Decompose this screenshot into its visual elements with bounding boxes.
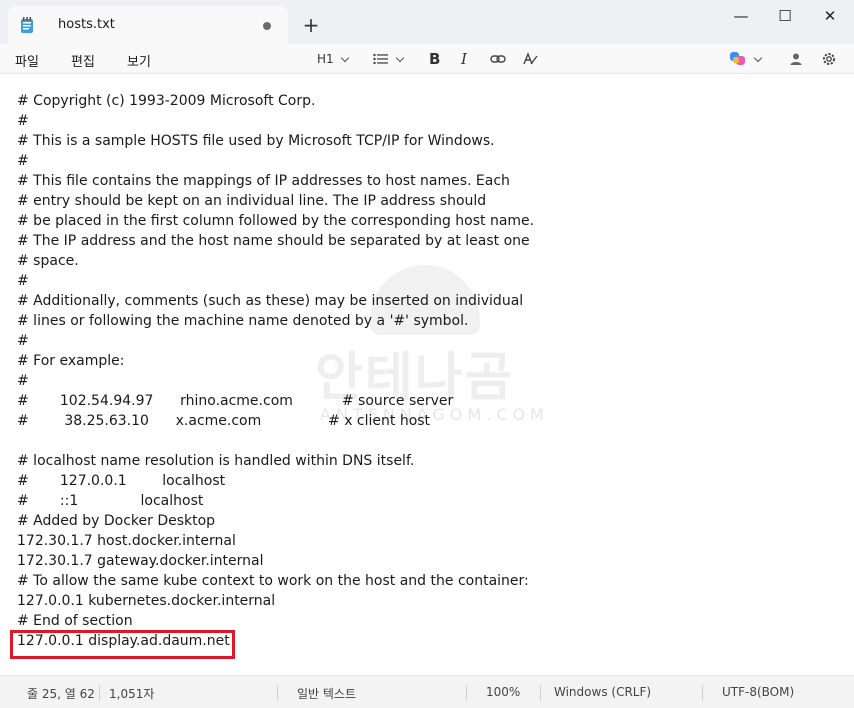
- document-text[interactable]: # Copyright (c) 1993-2009 Microsoft Corp…: [17, 91, 534, 651]
- chevron-down-icon: [340, 53, 349, 62]
- heading-dropdown[interactable]: H1: [317, 49, 349, 69]
- zoom-level[interactable]: 100%: [486, 685, 520, 699]
- cursor-position[interactable]: 줄 25, 열 62: [27, 685, 95, 702]
- account-button[interactable]: [789, 49, 803, 69]
- text-line[interactable]: 127.0.0.1 kubernetes.docker.internal: [17, 591, 534, 611]
- bold-button[interactable]: B: [429, 49, 440, 69]
- line-ending[interactable]: Windows (CRLF): [554, 685, 651, 699]
- divider: [466, 685, 467, 701]
- account-icon: [790, 53, 802, 65]
- divider: [540, 685, 541, 701]
- link-button[interactable]: [490, 49, 506, 69]
- char-count: 1,051자: [109, 687, 155, 701]
- gear-icon: [823, 53, 835, 65]
- clear-format-button[interactable]: [522, 49, 538, 69]
- title-bar: hosts.txt + — ☐ ✕: [0, 0, 854, 44]
- menu-file[interactable]: 파일: [15, 51, 39, 70]
- tab-title: hosts.txt: [58, 17, 115, 32]
- text-line[interactable]: #: [17, 111, 534, 131]
- chevron-down-icon: [395, 53, 405, 62]
- menu-bar: 파일 편집 보기 H1 B I: [0, 44, 854, 74]
- text-line[interactable]: # 38.25.63.10 x.acme.com # x client host: [17, 411, 534, 431]
- text-line[interactable]: # Added by Docker Desktop: [17, 511, 534, 531]
- minimize-button[interactable]: —: [718, 0, 764, 32]
- text-line[interactable]: # localhost name resolution is handled w…: [17, 451, 534, 471]
- text-line[interactable]: # Additionally, comments (such as these)…: [17, 291, 534, 311]
- clear-format-icon: [523, 52, 538, 65]
- text-line[interactable]: # To allow the same kube context to work…: [17, 571, 534, 591]
- encoding[interactable]: UTF-8(BOM): [722, 685, 794, 699]
- maximize-button[interactable]: ☐: [762, 0, 808, 32]
- text-line[interactable]: # This is a sample HOSTS file used by Mi…: [17, 131, 534, 151]
- divider: [277, 685, 278, 701]
- unsaved-dot-icon[interactable]: [263, 22, 271, 30]
- text-line[interactable]: # This file contains the mappings of IP …: [17, 171, 534, 191]
- menu-edit[interactable]: 편집: [71, 51, 95, 70]
- copilot-icon: [730, 52, 745, 65]
- text-line[interactable]: # 127.0.0.1 localhost: [17, 471, 534, 491]
- settings-button[interactable]: [821, 49, 837, 69]
- tab-hosts[interactable]: hosts.txt: [8, 6, 288, 44]
- text-line[interactable]: # space.: [17, 251, 534, 271]
- status-bar: 줄 25, 열 62 1,051자 일반 텍스트 100% Windows (C…: [0, 675, 854, 708]
- text-line[interactable]: # The IP address and the host name shoul…: [17, 231, 534, 251]
- text-line[interactable]: # ::1 localhost: [17, 491, 534, 511]
- close-button[interactable]: ✕: [807, 0, 853, 32]
- text-line[interactable]: # For example:: [17, 351, 534, 371]
- heading-label: H1: [317, 52, 334, 66]
- text-line[interactable]: [17, 431, 534, 451]
- text-line[interactable]: # End of section: [17, 611, 534, 631]
- copilot-dropdown[interactable]: [729, 49, 763, 69]
- notepad-icon: [21, 17, 33, 33]
- text-line[interactable]: #: [17, 371, 534, 391]
- text-line[interactable]: # entry should be kept on an individual …: [17, 191, 534, 211]
- text-line[interactable]: # Copyright (c) 1993-2009 Microsoft Corp…: [17, 91, 534, 111]
- divider: [702, 685, 703, 701]
- text-editor[interactable]: 안테나곰 ANTENNAGOM.COM # Copyright (c) 1993…: [0, 75, 854, 675]
- highlight-box: [10, 630, 235, 659]
- divider: [99, 685, 100, 701]
- new-tab-button[interactable]: +: [300, 14, 322, 36]
- text-line[interactable]: 172.30.1.7 host.docker.internal: [17, 531, 534, 551]
- text-line[interactable]: #: [17, 151, 534, 171]
- text-line[interactable]: #: [17, 271, 534, 291]
- text-line[interactable]: #: [17, 331, 534, 351]
- menu-view[interactable]: 보기: [127, 51, 151, 70]
- list-dropdown[interactable]: [373, 49, 405, 69]
- text-line[interactable]: # lines or following the machine name de…: [17, 311, 534, 331]
- text-line[interactable]: # 102.54.94.97 rhino.acme.com # source s…: [17, 391, 534, 411]
- list-icon: [373, 53, 388, 65]
- link-icon: [490, 55, 506, 63]
- text-line[interactable]: # be placed in the first column followed…: [17, 211, 534, 231]
- text-line[interactable]: 172.30.1.7 gateway.docker.internal: [17, 551, 534, 571]
- italic-button[interactable]: I: [461, 49, 467, 69]
- chevron-down-icon: [753, 53, 763, 62]
- text-format[interactable]: 일반 텍스트: [297, 685, 356, 702]
